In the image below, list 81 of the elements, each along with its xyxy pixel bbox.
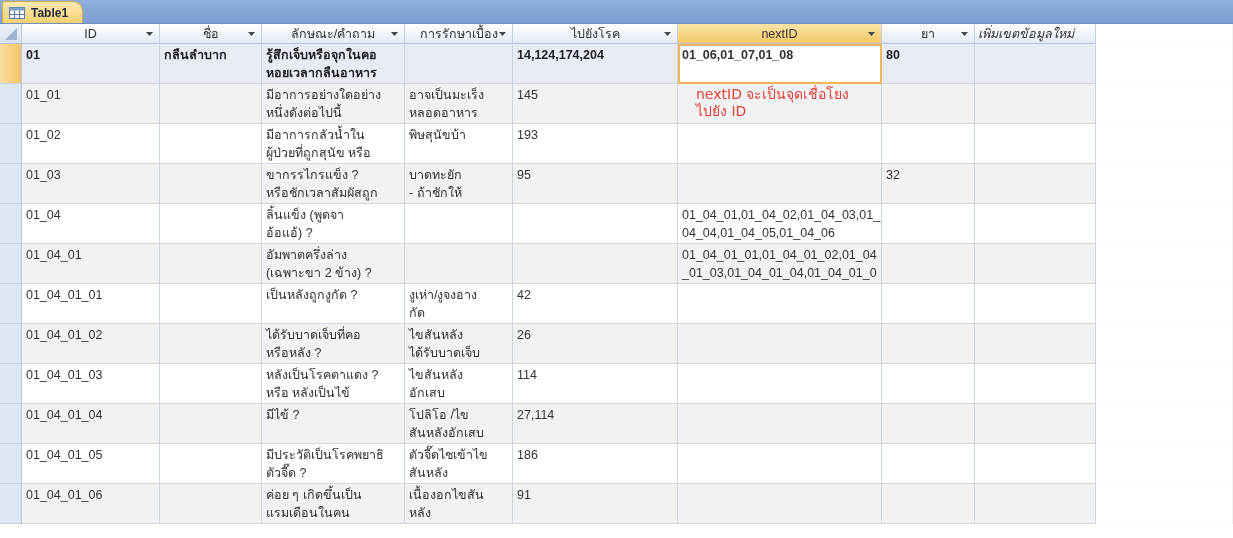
table-cell: มีอาการกลัวน้ำใน ผู้ป่วยที่ถูกสุนัข หรือ	[262, 124, 405, 164]
caret-icon	[868, 32, 875, 36]
table-cell: ค่อย ๆ เกิดขึ้นเป็น แรมเดือนในคน	[262, 484, 405, 524]
table-cell: ลิ้นแข็ง (พูดจา อ้อแอ้) ?	[262, 204, 405, 244]
row-selector[interactable]	[0, 204, 22, 244]
table-cell: 145	[513, 84, 678, 124]
table-cell: 01_06,01_07,01_08	[678, 44, 882, 84]
table-cell: อาจเป็นมะเร็ง หลอดอาหาร	[405, 84, 513, 124]
annotation-text: nextID จะเป็นจุดเชื่อโยง ไปยัง ID	[696, 86, 850, 120]
table-cell: เป็นหลังถูกงูกัด ?	[262, 284, 405, 324]
table-cell: 01_01	[22, 84, 160, 124]
table-icon	[9, 6, 25, 19]
table-cell: 91	[513, 484, 678, 524]
caret-icon	[391, 32, 398, 36]
caret-icon	[664, 32, 671, 36]
caret-icon	[248, 32, 255, 36]
table-cell: 27,114	[513, 404, 678, 444]
table-cell: 01_04_01_01	[22, 284, 160, 324]
table-cell: มีไข้ ?	[262, 404, 405, 444]
row-selector[interactable]	[0, 84, 22, 124]
table-cell: 186	[513, 444, 678, 484]
row-selector[interactable]	[0, 444, 22, 484]
caret-icon	[961, 32, 968, 36]
table-cell: 01_04_01_05	[22, 444, 160, 484]
table-cell: 14,124,174,204	[513, 44, 678, 84]
table-cell: รู้สึกเจ็บหรือจุกในคอ หอยเวลากลืนอาหาร	[262, 44, 405, 84]
table-cell: งูเห่า/งูจงอาง กัด	[405, 284, 513, 324]
column-header[interactable]: ไปยังโรค	[513, 24, 678, 44]
table-cell: 26	[513, 324, 678, 364]
column-header[interactable]: ยา	[882, 24, 975, 44]
column-header[interactable]: ลักษณะ/คำถาม	[262, 24, 405, 44]
column-header[interactable]: ID	[22, 24, 160, 44]
table-cell: 01_04	[22, 204, 160, 244]
table-cell: ไขสันหลัง อักเสบ	[405, 364, 513, 404]
table-cell: 01_04_01_03	[22, 364, 160, 404]
column-header[interactable]: ชื่อ	[160, 24, 262, 44]
table-cell: มีประวัติเป็นโรคพยาธิ ตัวจี๊ด ?	[262, 444, 405, 484]
table-cell: 42	[513, 284, 678, 324]
table-cell: 01_04_01	[22, 244, 160, 284]
table-cell: อัมพาตครึ่งล่าง (เฉพาะขา 2 ข้าง) ?	[262, 244, 405, 284]
table-cell: 32	[882, 164, 975, 204]
row-selector[interactable]	[0, 164, 22, 204]
table-cell: ขากรรไกรแข็ง ? หรือชักเวลาสัมผัสถูก	[262, 164, 405, 204]
table-cell: เนื้องอกไขสัน หลัง	[405, 484, 513, 524]
table-cell: 01_04_01_04	[22, 404, 160, 444]
table-cell: 193	[513, 124, 678, 164]
table-cell: โปลิโอ /ไข สันหลังอักเสบ	[405, 404, 513, 444]
select-all-button[interactable]	[0, 24, 22, 44]
table-cell: พิษสุนัขบ้า	[405, 124, 513, 164]
table-cell: บาดทะยัก - ถ้าชักให้	[405, 164, 513, 204]
row-selector[interactable]	[0, 404, 22, 444]
table-cell: 80	[882, 44, 975, 84]
triangle-icon	[4, 27, 17, 40]
row-selector[interactable]	[0, 124, 22, 164]
table-tab[interactable]: Table1	[2, 1, 84, 23]
row-selector[interactable]	[0, 284, 22, 324]
table-cell: ได้รับบาดเจ็บที่คอ หรือหลัง ?	[262, 324, 405, 364]
row-selector[interactable]	[0, 44, 22, 84]
table-cell: 01_03	[22, 164, 160, 204]
row-selector[interactable]	[0, 244, 22, 284]
table-cell: 95	[513, 164, 678, 204]
table-cell: 01_02	[22, 124, 160, 164]
table-cell: กลืนลำบาก	[160, 44, 262, 84]
column-header[interactable]: nextID	[678, 24, 882, 44]
table-cell: ไขสันหลัง ได้รับบาดเจ็บ	[405, 324, 513, 364]
table-cell: มีอาการอย่างใดอย่าง หนึ่งดังต่อไปนี้	[262, 84, 405, 124]
table-cell: 01_04_01_06	[22, 484, 160, 524]
table-cell: 114	[513, 364, 678, 404]
column-header[interactable]: เพิ่มเขตข้อมูลใหม่	[975, 24, 1096, 44]
table-cell: 01_04_01_02	[22, 324, 160, 364]
caret-icon	[499, 32, 506, 36]
table-cell: หลังเป็นโรคตาแดง ? หรือ หลังเป็นไข้	[262, 364, 405, 404]
table-cell: 01	[22, 44, 160, 84]
caret-icon	[146, 32, 153, 36]
row-selector[interactable]	[0, 324, 22, 364]
row-selector[interactable]	[0, 484, 22, 524]
table-cell: ตัวจี๊ดไชเข้าไข สันหลัง	[405, 444, 513, 484]
column-header[interactable]: การรักษาเบื้อง	[405, 24, 513, 44]
row-selector[interactable]	[0, 364, 22, 404]
table-cell: 01_04_01_01,01_04_01_02,01_04 _01_03,01_04_01_04,01_04_01_0	[678, 244, 882, 284]
table-cell: 01_04_01,01_04_02,01_04_03,01_ 04_04,01_04_05,01_04_06	[678, 204, 882, 244]
